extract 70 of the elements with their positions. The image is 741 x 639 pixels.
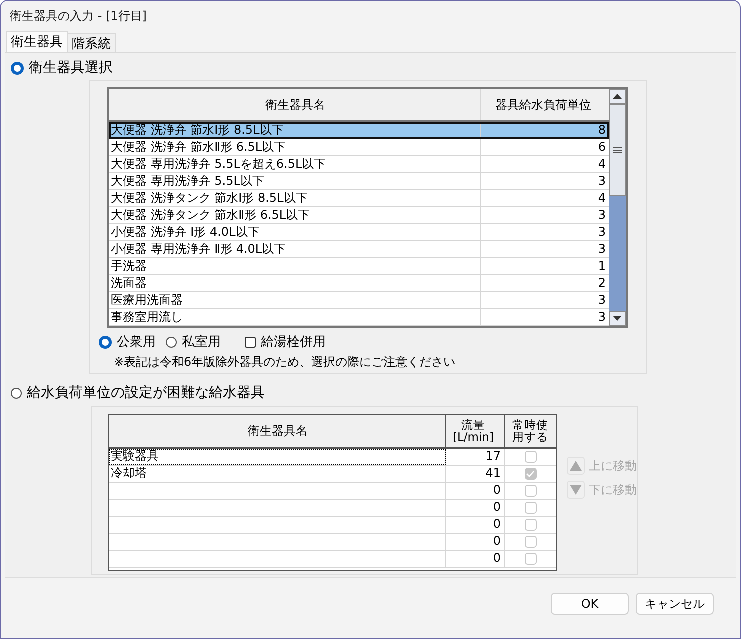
- table-row[interactable]: 事務室用流し 3: [109, 309, 610, 326]
- scrollbar[interactable]: [609, 89, 626, 326]
- table-cell: 医療用洗面器: [109, 292, 481, 308]
- scroll-down-icon[interactable]: [609, 311, 626, 326]
- table-row[interactable]: 大便器 専用洗浄弁 5.5L以下 3: [109, 173, 610, 190]
- table-cell-text: 4: [597, 156, 608, 172]
- column-header[interactable]: 常時使用する: [505, 415, 556, 447]
- table-cell: 洗面器: [109, 275, 481, 291]
- table-cell-text: 8: [597, 122, 608, 138]
- table-row[interactable]: 医療用洗面器 3: [109, 292, 610, 309]
- radio-button[interactable]: [99, 336, 112, 348]
- table-cell-text: 3: [597, 309, 608, 325]
- table-cell[interactable]: 実験器具: [109, 449, 446, 465]
- table-cell: 大便器 専用洗浄弁 5.5L以下: [109, 173, 481, 189]
- table-cell-text: 1: [597, 258, 608, 274]
- table-cell: 0: [446, 483, 505, 499]
- table-cell: 17: [446, 449, 505, 465]
- table-cell: 0: [446, 500, 505, 516]
- table-row[interactable]: 洗面器 2: [109, 275, 610, 292]
- checkbox[interactable]: [245, 336, 256, 348]
- column-header[interactable]: 衛生器具名: [109, 89, 481, 120]
- table-row[interactable]: 大便器 専用洗浄弁 5.5Lを超え6.5L以下 4: [109, 156, 610, 173]
- tab[interactable]: 階系統: [67, 33, 116, 52]
- table-cell: 0: [446, 534, 505, 550]
- table-cell-text: 3: [597, 207, 608, 223]
- table-row[interactable]: 大便器 洗浄弁 節水Ⅰ形 8.5L以下 8: [109, 122, 610, 139]
- table-row[interactable]: 大便器 洗浄タンク 節水Ⅱ形 6.5L以下 3: [109, 207, 610, 224]
- table-cell[interactable]: 冷却塔: [109, 466, 446, 482]
- radio-button[interactable]: [166, 336, 177, 348]
- table-cell: 41: [446, 466, 505, 482]
- table-cell: 0: [446, 551, 505, 567]
- table-cell-text: 3: [597, 241, 608, 257]
- note-text: ※表記は令和6年版除外器具のため、選択の際にご注意ください: [114, 354, 457, 371]
- table-cell: 大便器 専用洗浄弁 5.5Lを超え6.5L以下: [109, 156, 481, 172]
- table-cell: 手洗器: [109, 258, 481, 274]
- table-cell: 事務室用流し: [109, 309, 481, 325]
- radio-button[interactable]: [11, 62, 24, 74]
- tab[interactable]: 衛生器具: [6, 31, 68, 52]
- table-row[interactable]: 小便器 専用洗浄弁 Ⅱ形 4.0L以下 3: [109, 241, 610, 258]
- table-cell: 0: [446, 517, 505, 533]
- table-row[interactable]: 大便器 洗浄弁 節水Ⅱ形 6.5L以下 6: [109, 139, 610, 156]
- table-cell-text: 6: [597, 139, 608, 155]
- table-cell-text: 3: [597, 173, 608, 189]
- table-cell: 大便器 洗浄タンク 節水Ⅰ形 8.5L以下: [109, 190, 481, 206]
- ok-button[interactable]: OK: [551, 593, 629, 615]
- scroll-thumb[interactable]: [609, 104, 626, 196]
- radio-label: 給水負荷単位の設定が困難な給水器具: [27, 384, 265, 402]
- table-row[interactable]: 手洗器 1: [109, 258, 610, 275]
- scroll-up-icon[interactable]: [609, 89, 626, 104]
- radio-label: 衛生器具選択: [29, 59, 113, 77]
- radio-label: 公衆用: [117, 334, 156, 351]
- column-header[interactable]: 衛生器具名: [109, 415, 446, 447]
- table-cell-text: 3: [597, 292, 608, 308]
- table-cell: 小便器 専用洗浄弁 Ⅱ形 4.0L以下: [109, 241, 481, 257]
- table-cell: 大便器 洗浄弁 節水Ⅱ形 6.5L以下: [109, 139, 481, 155]
- table-cell-text: 2: [597, 275, 608, 291]
- table-cell: 大便器 洗浄タンク 節水Ⅱ形 6.5L以下: [109, 207, 481, 223]
- window-title: 衛生器具の入力 - [1行目]: [10, 8, 147, 25]
- table-cell: 大便器 洗浄弁 節水Ⅰ形 8.5L以下: [109, 122, 481, 138]
- cancel-button[interactable]: キャンセル: [636, 593, 714, 615]
- radio-label: 私室用: [182, 334, 221, 351]
- checkbox-label: 給湯栓併用: [261, 334, 326, 351]
- table-row[interactable]: 小便器 洗浄弁 Ⅰ形 4.0L以下 3: [109, 224, 610, 241]
- column-header[interactable]: 器具給水負荷単位: [481, 89, 610, 120]
- table-row[interactable]: 大便器 洗浄タンク 節水Ⅰ形 8.5L以下 4: [109, 190, 610, 207]
- table-cell: 小便器 洗浄弁 Ⅰ形 4.0L以下: [109, 224, 481, 240]
- radio-button[interactable]: [11, 388, 22, 398]
- table-cell-text: 3: [597, 224, 608, 240]
- column-header[interactable]: 流量 [L/min]: [446, 415, 505, 447]
- table-cell-text: 4: [597, 190, 608, 206]
